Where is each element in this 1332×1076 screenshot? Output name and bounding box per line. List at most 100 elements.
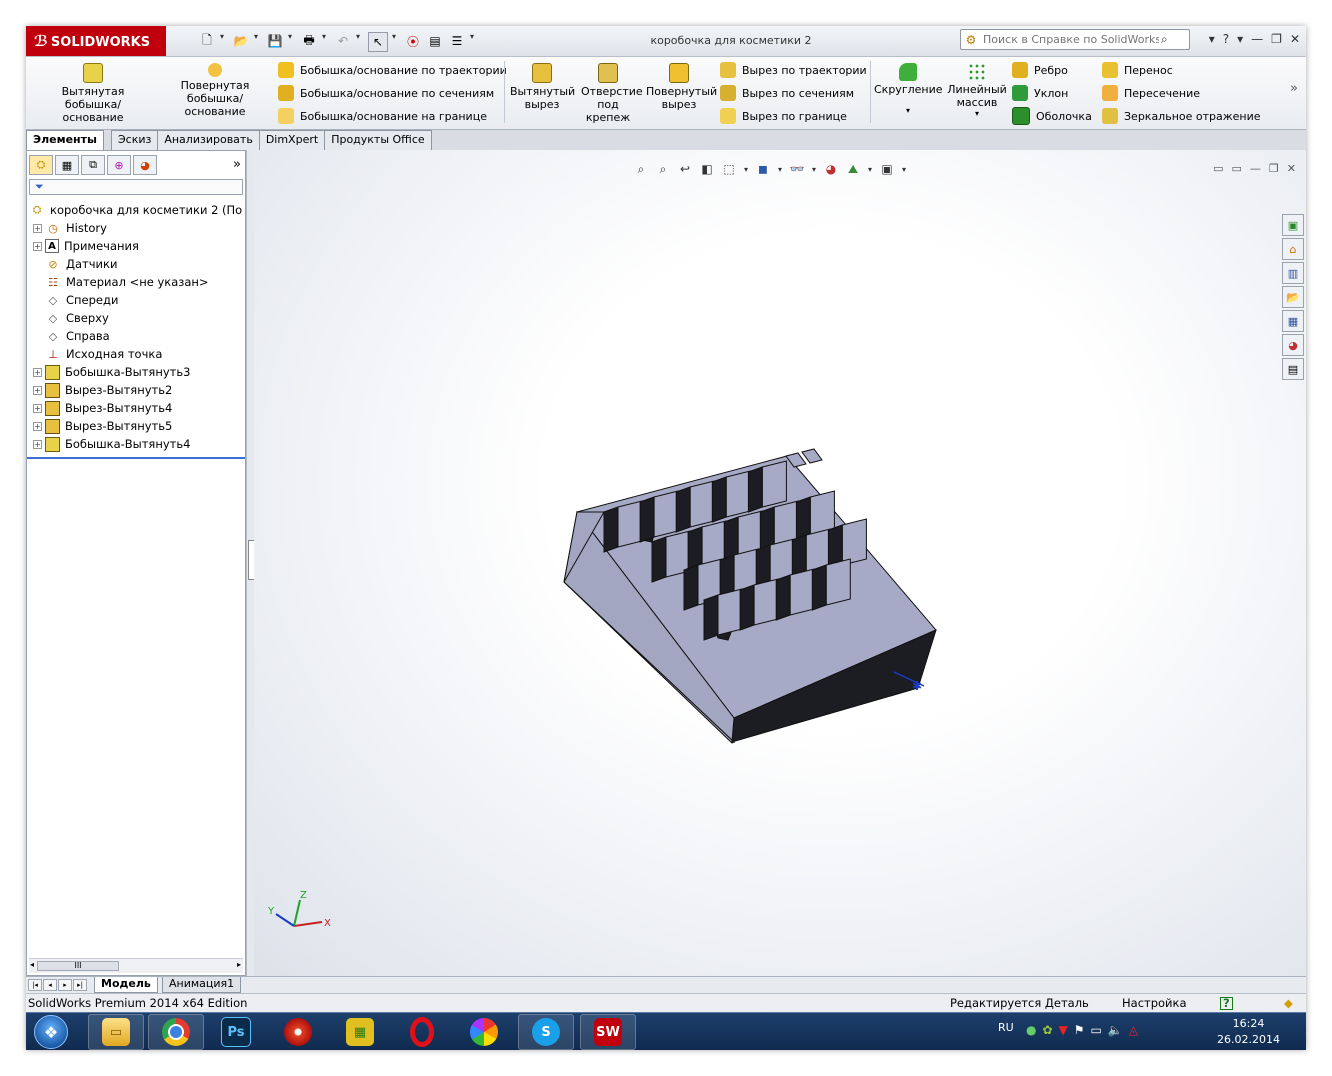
search-dropdown-icon[interactable]: ▾ (1209, 32, 1215, 46)
taskbar-chrome[interactable] (148, 1014, 204, 1050)
tree-item-origin[interactable]: ⊥ Исходная точка (27, 345, 245, 363)
select-dropdown-icon[interactable]: ▾ (392, 32, 400, 52)
restore-icon[interactable]: ❐ (1271, 32, 1282, 46)
next-tab-icon[interactable]: ▸ (58, 979, 72, 991)
tree-item-sensors[interactable]: ⊘ Датчики (27, 255, 245, 273)
new-dropdown-icon[interactable]: ▾ (220, 32, 228, 52)
revolved-cut-button[interactable]: Повернутый вырез (644, 63, 717, 111)
close-icon[interactable]: ✕ (1290, 32, 1300, 46)
quick-tips-help-icon[interactable]: ? (1220, 997, 1233, 1010)
expand-icon[interactable]: + (33, 439, 42, 449)
tree-root-part[interactable]: ⛭ коробочка для косметики 2 (По ум (27, 201, 245, 219)
network-shield-icon[interactable]: ✿ (1042, 1023, 1052, 1037)
tab-evaluate[interactable]: Анализировать (157, 130, 260, 150)
select-pointer-icon[interactable]: ↖ (368, 32, 388, 52)
tree-item-material[interactable]: ☷ Материал <не указан> (27, 273, 245, 291)
display-manager-icon[interactable]: ◕ (133, 155, 157, 175)
draft-button[interactable]: Уклон (1012, 84, 1068, 102)
prev-tab-icon[interactable]: ◂ (43, 979, 57, 991)
tree-filter[interactable]: ⏷ (29, 179, 243, 195)
help-search[interactable]: ⚙ ⌕ (960, 29, 1190, 50)
tab-office-products[interactable]: Продукты Office (324, 130, 432, 150)
fillet-button[interactable]: Скругление ▾ (874, 63, 943, 117)
swept-boss-button[interactable]: Бобышка/основание по траектории (278, 61, 507, 79)
tree-item-cut-extrude5[interactable]: + Вырез-Вытянуть5 (27, 417, 245, 435)
tree-item-front-plane[interactable]: ◇ Спереди (27, 291, 245, 309)
rebuild-tag-icon[interactable]: ◆ (1284, 996, 1293, 1010)
lofted-boss-button[interactable]: Бобышка/основание по сечениям (278, 84, 494, 102)
horizontal-scrollbar[interactable]: ◂ III ▸ (29, 958, 243, 973)
torrent-icon[interactable]: ● (1026, 1023, 1036, 1037)
tree-item-boss-extrude3[interactable]: + Бобышка-Вытянуть3 (27, 363, 245, 381)
tab-model[interactable]: Модель (94, 977, 158, 993)
intersect-button[interactable]: Пересечение (1102, 84, 1200, 102)
ribbon-more-chevron-icon[interactable]: » (1290, 81, 1298, 96)
tree-item-right-plane[interactable]: ◇ Справа (27, 327, 245, 345)
taskbar-opera[interactable] (394, 1014, 450, 1050)
help-icon[interactable]: ? (1223, 32, 1229, 46)
undo-dropdown-icon[interactable]: ▾ (356, 32, 364, 52)
network-icon[interactable]: ▭ (1091, 1023, 1102, 1037)
file-properties-icon[interactable]: ▤ (426, 32, 444, 50)
graphics-area[interactable]: ⌕ ⌕ ↩ ◧ ⬚ ▾ ◼ ▾ 👓 ▾ ◕ ⛰ ▾ ▣ ▾ ▭ ▭ — ❐ ✕ … (254, 150, 1306, 976)
tree-item-cut-extrude4[interactable]: + Вырез-Вытянуть4 (27, 399, 245, 417)
shell-button[interactable]: Оболочка (1012, 107, 1092, 125)
print-dropdown-icon[interactable]: ▾ (322, 32, 330, 52)
wrap-button[interactable]: Перенос (1102, 61, 1173, 79)
search-icon[interactable]: ⌕ (1161, 32, 1168, 47)
expand-icon[interactable]: + (33, 241, 42, 251)
swept-cut-button[interactable]: Вырез по траектории (720, 61, 867, 79)
tree-item-top-plane[interactable]: ◇ Сверху (27, 309, 245, 327)
options-dropdown-icon[interactable]: ▾ (470, 32, 478, 52)
rib-button[interactable]: Ребро (1012, 61, 1068, 79)
taskbar-picasa[interactable] (456, 1014, 512, 1050)
scroll-right-icon[interactable]: ▸ (237, 960, 241, 969)
taskbar-skype[interactable]: S (518, 1014, 574, 1050)
new-document-icon[interactable]: 🗋 (198, 32, 216, 50)
extruded-boss-button[interactable]: Вытянутая бобышка/основание (36, 63, 150, 124)
expand-icon[interactable]: + (33, 223, 42, 233)
volume-icon[interactable]: 🔈 (1108, 1023, 1123, 1037)
scroll-left-icon[interactable]: ◂ (30, 960, 34, 969)
boundary-cut-button[interactable]: Вырез по границе (720, 107, 847, 125)
rebuild-traffic-light-icon[interactable]: ⦿ (404, 32, 422, 50)
taskbar-solidworks[interactable]: SW (580, 1014, 636, 1050)
open-dropdown-icon[interactable]: ▾ (254, 32, 262, 52)
open-folder-icon[interactable]: 📂 (232, 32, 250, 50)
start-button-icon[interactable]: ❖ (34, 1015, 68, 1049)
property-manager-icon[interactable]: ▦ (55, 155, 79, 175)
undo-icon[interactable]: ↶ (334, 32, 352, 50)
tab-sketch[interactable]: Эскиз (110, 130, 159, 150)
tree-item-annotations[interactable]: + A Примечания (27, 237, 245, 255)
antivirus-icon[interactable]: ▼ (1059, 1023, 1068, 1037)
fillet-dropdown-icon[interactable]: ▾ (874, 104, 942, 117)
last-tab-icon[interactable]: ▸| (73, 979, 87, 991)
tab-features[interactable]: Элементы (26, 130, 104, 151)
acrobat-icon[interactable]: ◬ (1129, 1023, 1138, 1037)
solidworks-logo[interactable]: ℬ SOLIDWORKS (26, 26, 166, 56)
action-center-flag-icon[interactable]: ⚑ (1074, 1023, 1085, 1037)
taskbar-explorer[interactable]: ▭ (88, 1014, 144, 1050)
tree-item-boss-extrude4[interactable]: + Бобышка-Вытянуть4 (27, 435, 245, 453)
panel-more-chevron-icon[interactable]: » (233, 157, 241, 172)
tree-item-cut-extrude2[interactable]: + Вырез-Вытянуть2 (27, 381, 245, 399)
help-dropdown-icon[interactable]: ▾ (1237, 32, 1243, 46)
rollback-bar[interactable] (27, 457, 245, 459)
tab-animation[interactable]: Анимация1 (162, 977, 242, 993)
feature-tree-icon[interactable]: ⛭ (29, 155, 53, 175)
save-icon[interactable]: 💾 (266, 32, 284, 50)
extruded-cut-button[interactable]: Вытянутый вырез (510, 63, 575, 111)
options-icon[interactable]: ☰ (448, 32, 466, 50)
hole-wizard-button[interactable]: Отверстие под крепеж (577, 63, 643, 124)
taskbar-burner[interactable] (270, 1014, 326, 1050)
revolved-boss-button[interactable]: Повернутая бобышка/основание (158, 63, 272, 118)
expand-icon[interactable]: + (33, 385, 42, 395)
scroll-thumb[interactable]: III (37, 961, 119, 971)
clock[interactable]: 16:24 26.02.2014 (1217, 1016, 1280, 1048)
configuration-manager-icon[interactable]: ⧉ (81, 155, 105, 175)
save-dropdown-icon[interactable]: ▾ (288, 32, 296, 52)
dimxpert-manager-icon[interactable]: ⊕ (107, 155, 131, 175)
language-indicator[interactable]: RU (998, 1021, 1014, 1034)
taskbar-game[interactable]: ▦ (332, 1014, 388, 1050)
print-icon[interactable]: 🖶 (300, 32, 318, 50)
